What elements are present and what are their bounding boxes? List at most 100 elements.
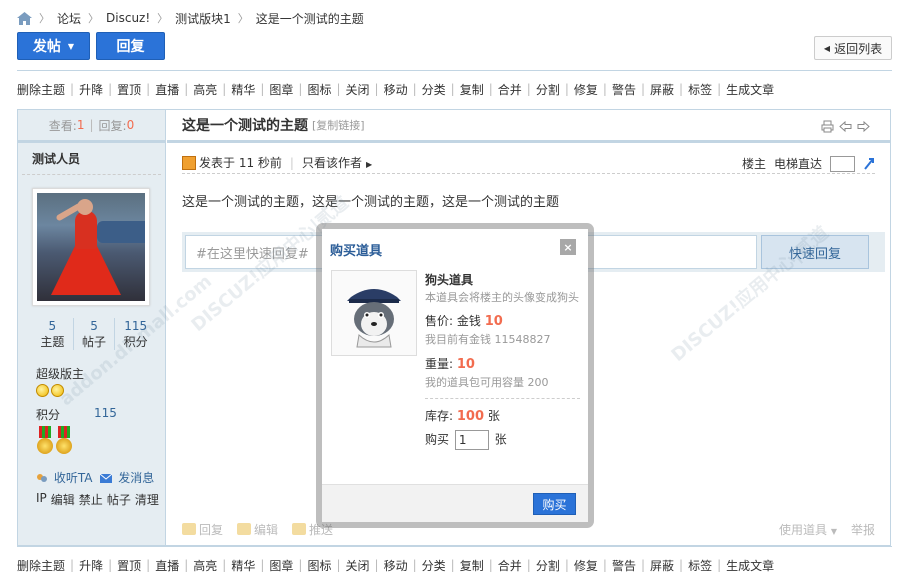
buy-button[interactable]: 购买 — [533, 493, 576, 515]
breadcrumb-board[interactable]: 测试版块1 — [175, 10, 231, 27]
reply-label: 回复 — [116, 39, 145, 55]
mod-tag[interactable]: 标签 — [688, 557, 712, 574]
admin-ip[interactable]: IP — [36, 491, 47, 508]
author-name[interactable]: 测试人员 — [22, 143, 161, 175]
jump-label: 电梯直达 — [773, 157, 822, 171]
mod-repair[interactable]: 修复 — [574, 81, 598, 98]
stat-credits[interactable]: 115 积分 — [114, 318, 156, 350]
mod-icon[interactable]: 图标 — [307, 81, 331, 98]
send-message-link[interactable]: 发消息 — [100, 469, 154, 486]
mod-digest[interactable]: 精华 — [231, 81, 255, 98]
mod-generate-article[interactable]: 生成文章 — [726, 557, 774, 574]
stat-threads[interactable]: 5 主题 — [32, 318, 73, 350]
mod-stick[interactable]: 置顶 — [117, 81, 141, 98]
item-image — [331, 270, 417, 356]
mod-copy[interactable]: 复制 — [460, 557, 484, 574]
user-group[interactable]: 超级版主 — [36, 365, 84, 382]
edit-action[interactable]: 编辑 — [237, 521, 278, 538]
report-link[interactable]: 举报 — [851, 521, 875, 538]
mod-repair[interactable]: 修复 — [574, 557, 598, 574]
post-meta: 发表于 11 秒前 | 只看该作者 ▶ 楼主 电梯直达 — [182, 152, 875, 174]
print-icon[interactable] — [821, 120, 834, 133]
breadcrumb-thread[interactable]: 这是一个测试的主题 — [256, 10, 364, 27]
mod-bump[interactable]: 升降 — [79, 81, 103, 98]
use-item-link[interactable]: 使用道具 ▼ — [779, 521, 837, 538]
mod-category[interactable]: 分类 — [422, 557, 446, 574]
mod-bump[interactable]: 升降 — [79, 557, 103, 574]
mod-highlight[interactable]: 高亮 — [193, 557, 217, 574]
quantity-input[interactable]: 1 — [454, 430, 489, 450]
reply-action[interactable]: 回复 — [182, 521, 223, 538]
mod-live[interactable]: 直播 — [155, 557, 179, 574]
close-icon[interactable]: × — [560, 239, 576, 255]
follow-icon — [37, 474, 47, 482]
views-label: 查看: — [48, 118, 77, 133]
credit-label: 积分 — [36, 408, 61, 422]
thread-title-bar: 这是一个测试的主题 [复制链接] — [167, 110, 890, 143]
thread-tools — [821, 120, 870, 133]
mod-stick[interactable]: 置顶 — [117, 557, 141, 574]
admin-ban[interactable]: 禁止 — [79, 491, 103, 508]
new-post-label: 发帖 — [32, 39, 61, 55]
weight-label: 重量: — [425, 357, 454, 371]
mod-move[interactable]: 移动 — [384, 557, 408, 574]
mod-stamp[interactable]: 图章 — [269, 81, 293, 98]
next-thread-icon[interactable] — [857, 120, 870, 133]
floor-jump-input[interactable] — [830, 155, 855, 172]
mod-stamp[interactable]: 图章 — [269, 557, 293, 574]
home-icon[interactable] — [17, 11, 32, 25]
mod-live[interactable]: 直播 — [155, 81, 179, 98]
mod-delete-thread[interactable]: 删除主题 — [17, 557, 65, 574]
breadcrumb-discuz[interactable]: Discuz! — [106, 11, 150, 25]
mod-warn[interactable]: 警告 — [612, 81, 636, 98]
copy-link[interactable]: [复制链接] — [312, 117, 365, 133]
mod-tag[interactable]: 标签 — [688, 81, 712, 98]
smiley-icon — [36, 384, 49, 397]
mod-warn[interactable]: 警告 — [612, 557, 636, 574]
mod-delete-thread[interactable]: 删除主题 — [17, 81, 65, 98]
author-only-link[interactable]: 只看该作者 ▶ — [302, 154, 372, 171]
avatar[interactable] — [32, 188, 150, 306]
mod-merge[interactable]: 合并 — [498, 81, 522, 98]
mod-copy[interactable]: 复制 — [460, 81, 484, 98]
admin-posts[interactable]: 帖子 — [107, 491, 131, 508]
new-post-button[interactable]: 发帖 ▼ — [17, 32, 90, 60]
back-to-list-button[interactable]: ◀ 返回列表 — [814, 36, 892, 60]
mail-icon — [100, 473, 113, 483]
price-value: 10 — [484, 314, 503, 329]
mod-close[interactable]: 关闭 — [346, 81, 370, 98]
mod-generate-article[interactable]: 生成文章 — [726, 81, 774, 98]
mod-icon[interactable]: 图标 — [307, 557, 331, 574]
credit-value: 115 — [94, 406, 117, 420]
post-body: 这是一个测试的主题，这是一个测试的主题，这是一个测试的主题 — [182, 195, 560, 210]
mod-highlight[interactable]: 高亮 — [193, 81, 217, 98]
follow-link[interactable]: 收听TA — [36, 469, 92, 486]
reply-button[interactable]: 回复 — [96, 32, 165, 60]
mod-ban[interactable]: 屏蔽 — [650, 81, 674, 98]
floor-jump: 楼主 电梯直达 — [742, 155, 875, 172]
stat-credits-num: 115 — [124, 319, 148, 333]
mod-split[interactable]: 分割 — [536, 81, 560, 98]
replies-label: 回复: — [98, 118, 127, 133]
item-info: 狗头道具 本道具会将楼主的头像变成狗头 售价: 金钱 10 我目前有金钱 115… — [425, 272, 580, 450]
prev-thread-icon[interactable] — [839, 120, 852, 133]
breadcrumb-separator: 〉 — [88, 12, 100, 25]
medal-icon[interactable] — [55, 426, 73, 456]
mod-close[interactable]: 关闭 — [346, 557, 370, 574]
admin-clean[interactable]: 清理 — [135, 491, 159, 508]
admin-edit[interactable]: 编辑 — [51, 491, 75, 508]
mod-digest[interactable]: 精华 — [231, 557, 255, 574]
mod-merge[interactable]: 合并 — [498, 557, 522, 574]
stat-posts-label: 帖子 — [82, 335, 107, 349]
breadcrumb-forum[interactable]: 论坛 — [57, 10, 81, 27]
quick-reply-button[interactable]: 快速回复 — [761, 235, 869, 269]
stat-posts[interactable]: 5 帖子 — [72, 318, 115, 350]
mod-ban[interactable]: 屏蔽 — [650, 557, 674, 574]
divider — [17, 546, 892, 547]
go-arrow-icon[interactable] — [863, 157, 875, 171]
mod-split[interactable]: 分割 — [536, 557, 560, 574]
mod-category[interactable]: 分类 — [422, 81, 446, 98]
medal-icon[interactable] — [36, 426, 54, 456]
mod-move[interactable]: 移动 — [384, 81, 408, 98]
chevron-down-icon: ▼ — [67, 41, 75, 51]
